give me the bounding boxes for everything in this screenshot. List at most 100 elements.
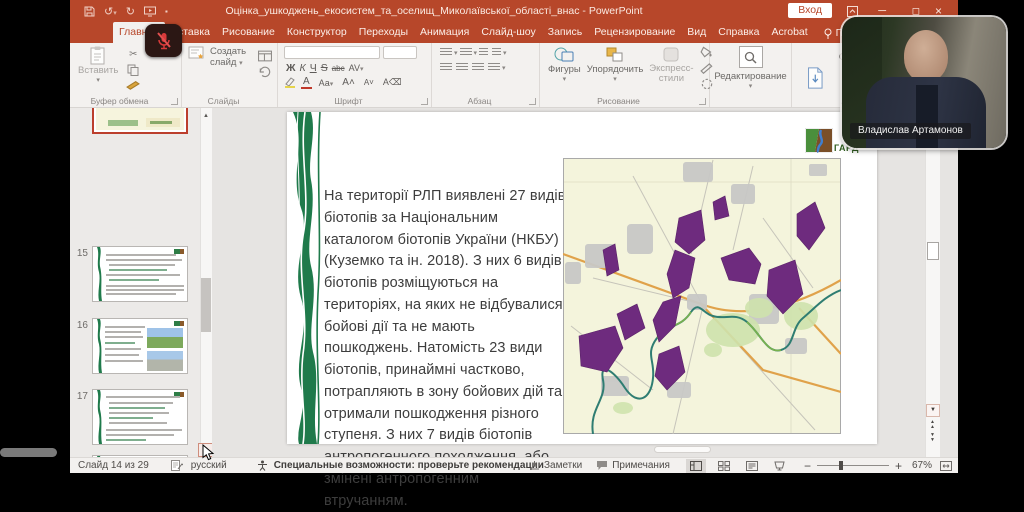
zoom-slider[interactable]	[817, 465, 889, 466]
editing-button[interactable]: Редактирование ▾	[710, 46, 791, 90]
zoom-level[interactable]: 67%	[912, 460, 932, 471]
find-icon	[744, 51, 757, 64]
thumbnail-photo-buildings	[147, 351, 183, 371]
paragraph-dialog-launcher[interactable]	[529, 98, 536, 105]
thumbnail-scrollbar-thumb[interactable]	[201, 278, 211, 332]
language-button[interactable]: русский	[191, 460, 227, 471]
next-slide-button[interactable]: ▼▼	[926, 433, 939, 444]
strikethrough-button[interactable]: S	[319, 62, 330, 74]
align-center-icon[interactable]	[456, 63, 468, 72]
new-slide-button[interactable]: Создать слайд ▾	[188, 46, 254, 78]
tab-animations[interactable]: Анимация	[414, 22, 475, 43]
change-case-button[interactable]: Аа▾	[317, 78, 336, 88]
quick-styles-button[interactable]: Экспресс-стили	[649, 46, 693, 90]
accessibility-check-button[interactable]: Специальные возможности: проверьте реком…	[274, 460, 544, 471]
thumbnail-photo-field	[147, 328, 183, 348]
previous-slide-button[interactable]: ▲▲	[926, 420, 939, 431]
align-left-icon[interactable]	[440, 63, 452, 72]
shapes-button[interactable]: Фигуры▾	[548, 46, 581, 90]
webcam-overlay[interactable]: Владислав Артамонов	[842, 17, 1006, 148]
notes-icon	[529, 461, 540, 471]
line-spacing-icon[interactable]	[492, 48, 501, 57]
sign-in-button[interactable]: Вход	[788, 3, 832, 18]
underline-button[interactable]: Ч	[308, 62, 319, 74]
muted-microphone-icon	[155, 31, 173, 51]
ribbon: Вставить ▾ ✂ Буфер обмена Создать слайд …	[70, 43, 958, 108]
comments-icon	[596, 460, 608, 471]
thumbnail-slide-16[interactable]	[92, 318, 188, 374]
new-slide-icon	[188, 46, 206, 62]
bullets-icon[interactable]	[440, 48, 452, 57]
tab-transitions[interactable]: Переходы	[353, 22, 414, 43]
grow-font-button[interactable]: А˄	[340, 77, 357, 88]
mute-indicator-badge[interactable]	[145, 24, 182, 57]
arrange-button[interactable]: Упорядочить▾	[587, 46, 644, 90]
clear-formatting-button[interactable]: А⌫	[381, 77, 404, 88]
slide-sorter-view-button[interactable]	[714, 459, 734, 473]
slide-layout-icon[interactable]	[258, 50, 272, 62]
font-size-select[interactable]	[383, 46, 417, 59]
drawing-dialog-launcher[interactable]	[699, 98, 706, 105]
font-color-button[interactable]: А	[301, 76, 312, 89]
thumbnail-scroll-up-arrow[interactable]: ▲	[200, 110, 212, 123]
tab-draw[interactable]: Рисование	[216, 22, 281, 43]
vertical-scroll-down-arrow[interactable]: ▼	[926, 404, 940, 417]
normal-view-button[interactable]	[686, 459, 706, 473]
columns-icon[interactable]: ▾	[502, 64, 506, 72]
font-dialog-launcher[interactable]	[421, 98, 428, 105]
fit-to-window-icon[interactable]	[940, 461, 952, 471]
numbering-icon[interactable]	[460, 48, 472, 57]
arrange-icon	[605, 46, 625, 64]
comments-toggle[interactable]: Примечания	[612, 460, 670, 471]
paste-button[interactable]: Вставить ▾	[78, 46, 118, 92]
character-spacing-button[interactable]: AV▾	[347, 63, 366, 73]
slide-counter[interactable]: Слайд 14 из 29	[78, 460, 149, 471]
clipboard-dialog-launcher[interactable]	[171, 98, 178, 105]
quick-styles-icon	[661, 46, 681, 64]
shrink-font-button[interactable]: А˅	[362, 78, 376, 87]
text-shadow-button[interactable]: abc	[330, 64, 347, 73]
thumbnail-slide-14-selected[interactable]	[92, 108, 188, 134]
adobe-pdf-icon	[806, 65, 825, 91]
accessibility-icon	[257, 460, 268, 471]
tab-help[interactable]: Справка	[712, 22, 765, 43]
zoom-out-button[interactable]: −	[804, 459, 811, 473]
group-label-drawing: Рисование	[540, 96, 697, 106]
notes-toggle[interactable]: Заметки	[544, 460, 582, 471]
zoom-in-button[interactable]: +	[895, 459, 902, 473]
bold-button[interactable]: Ж	[284, 62, 298, 74]
align-right-icon[interactable]	[472, 63, 484, 72]
group-label-paragraph: Абзац	[432, 96, 527, 106]
font-name-select[interactable]	[284, 46, 380, 59]
tab-review[interactable]: Рецензирование	[588, 22, 681, 43]
slide-canvas[interactable]: На території РЛП виявлені 27 видів біото…	[287, 112, 877, 444]
zoom-slider-knob[interactable]	[839, 461, 843, 470]
vertical-scrollbar-thumb[interactable]	[927, 242, 939, 260]
reset-slide-icon[interactable]	[258, 66, 272, 78]
horizontal-scrollbar-thumb[interactable]	[654, 446, 711, 453]
spell-check-icon[interactable]	[171, 460, 183, 471]
cut-icon[interactable]: ✂	[126, 48, 140, 60]
italic-button[interactable]: К	[298, 62, 308, 74]
webcam-person-head	[904, 30, 948, 82]
ribbon-tab-row: Главная Вставка Рисование Конструктор Пе…	[70, 22, 958, 43]
slideshow-view-button[interactable]	[770, 459, 790, 473]
floating-toolbar-pill[interactable]	[0, 448, 57, 457]
thumbnail-slide-15[interactable]	[92, 246, 188, 302]
indent-icon[interactable]	[479, 48, 488, 57]
slide-map-image[interactable]	[563, 158, 841, 434]
slide-editor: На території РЛП виявлені 27 видів біото…	[212, 108, 941, 457]
tab-view[interactable]: Вид	[681, 22, 712, 43]
tab-record[interactable]: Запись	[542, 22, 588, 43]
tab-design[interactable]: Конструктор	[281, 22, 353, 43]
mouse-cursor	[202, 444, 215, 461]
thumbnail-slide-17[interactable]	[92, 389, 188, 445]
tab-slideshow[interactable]: Слайд-шоу	[475, 22, 541, 43]
highlight-color-icon[interactable]	[284, 77, 296, 88]
justify-icon[interactable]	[488, 63, 500, 72]
clipboard-icon	[90, 46, 106, 65]
tab-acrobat[interactable]: Acrobat	[765, 22, 813, 43]
format-painter-icon[interactable]	[126, 80, 140, 92]
copy-icon[interactable]	[126, 64, 140, 76]
reading-view-button[interactable]	[742, 459, 762, 473]
